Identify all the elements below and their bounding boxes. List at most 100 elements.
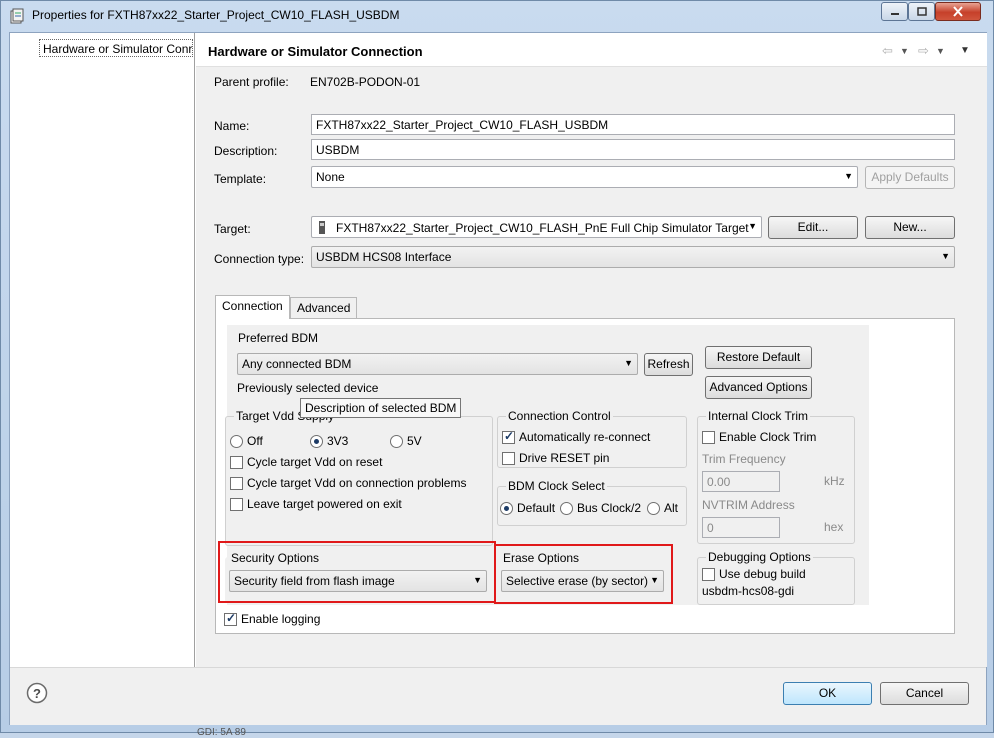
minimize-icon <box>890 12 899 15</box>
target-vdd-group: Target Vdd Supply Off 3V3 5V Cycle targe… <box>225 409 493 546</box>
preferred-bdm-group: Preferred BDM Any connected BDM ▼ Refres… <box>230 329 709 403</box>
app-icon <box>10 8 24 24</box>
vdd-5v-radio[interactable] <box>390 435 403 448</box>
template-select[interactable]: None ▼ <box>311 166 858 188</box>
auto-reconnect-checkbox[interactable] <box>502 429 515 444</box>
cycle-reset-checkbox[interactable] <box>230 456 243 469</box>
nvtrim-label: NVTRIM Address <box>702 498 795 512</box>
leave-powered-checkbox[interactable] <box>230 498 243 511</box>
connection-type-value: USBDM HCS08 Interface <box>316 250 452 264</box>
clock-trim-title: Internal Clock Trim <box>706 409 811 423</box>
tab-advanced[interactable]: Advanced <box>290 297 358 319</box>
window-title: Properties for FXTH87xx22_Starter_Projec… <box>32 8 400 22</box>
properties-window: Properties for FXTH87xx22_Starter_Projec… <box>0 0 994 738</box>
connection-control-group: Connection Control Automatically re-conn… <box>497 409 687 468</box>
description-field[interactable]: USBDM <box>311 139 955 160</box>
nvtrim-field[interactable]: 0 <box>702 517 780 538</box>
page-header: Hardware or Simulator Connection ⇦ ▼ ⇨ ▼… <box>196 33 987 67</box>
trim-frequency-unit: kHz <box>824 474 845 488</box>
description-label: Description: <box>214 144 278 158</box>
chevron-down-icon: ▼ <box>624 358 633 368</box>
name-field[interactable]: FXTH87xx22_Starter_Project_CW10_FLASH_US… <box>311 114 955 135</box>
target-label: Target: <box>214 222 251 236</box>
view-menu-icon[interactable]: ▼ <box>960 45 970 56</box>
clock-default-label: Default <box>517 501 556 515</box>
device-icon <box>319 221 325 234</box>
bdm-clock-title: BDM Clock Select <box>506 479 607 493</box>
clock-alt-label: Alt <box>664 501 679 515</box>
bdm-value: Any connected BDM <box>242 357 352 371</box>
erase-highlight-box <box>494 544 673 604</box>
debugging-options-title: Debugging Options <box>706 550 813 564</box>
parent-profile-label: Parent profile: <box>214 75 289 89</box>
vdd-5v-label: 5V <box>407 434 422 448</box>
back-dropdown-icon[interactable]: ▼ <box>900 46 909 56</box>
close-button[interactable] <box>935 2 981 21</box>
connection-tab-panel: Preferred BDM Any connected BDM ▼ Refres… <box>215 318 955 634</box>
enable-clock-trim-checkbox[interactable] <box>702 431 715 444</box>
maximize-icon <box>916 7 927 16</box>
dialog-button-bar: ? OK Cancel <box>10 667 986 725</box>
apply-defaults-button[interactable]: Apply Defaults <box>865 166 955 189</box>
clock-alt-radio[interactable] <box>647 502 660 515</box>
drive-reset-label: Drive RESET pin <box>519 451 610 465</box>
close-icon <box>953 6 963 17</box>
title-bar: Properties for FXTH87xx22_Starter_Projec… <box>1 1 994 31</box>
svg-text:?: ? <box>33 686 41 701</box>
use-debug-build-checkbox[interactable] <box>702 568 715 581</box>
vdd-off-radio[interactable] <box>230 435 243 448</box>
advanced-options-button[interactable]: Advanced Options <box>705 376 812 399</box>
tab-connection[interactable]: Connection <box>215 295 290 319</box>
enable-clock-trim-label: Enable Clock Trim <box>719 430 817 444</box>
edit-button[interactable]: Edit... <box>768 216 858 239</box>
bdm-clock-group: BDM Clock Select Default Bus Clock/2 Alt <box>497 479 687 526</box>
tree-item-hardware-connection[interactable]: Hardware or Simulator Conr <box>39 39 193 57</box>
restore-default-button[interactable]: Restore Default <box>705 346 812 369</box>
auto-reconnect-label: Automatically re-connect <box>519 430 651 444</box>
clock-bus-radio[interactable] <box>560 502 573 515</box>
bdm-tooltip: Description of selected BDM <box>300 398 462 418</box>
target-select[interactable]: FXTH87xx22_Starter_Project_CW10_FLASH_Pn… <box>311 216 762 238</box>
debugging-options-group: Debugging Options Use debug build usbdm-… <box>697 550 855 605</box>
security-highlight-box <box>218 541 496 603</box>
page-title: Hardware or Simulator Connection <box>208 44 423 59</box>
drive-reset-checkbox[interactable] <box>502 452 515 465</box>
bdm-select[interactable]: Any connected BDM ▼ <box>237 353 638 375</box>
nvtrim-unit: hex <box>824 520 844 534</box>
ok-button[interactable]: OK <box>783 682 872 705</box>
vdd-3v3-label: 3V3 <box>327 434 349 448</box>
template-label: Template: <box>214 172 267 186</box>
property-tree: Hardware or Simulator Conr <box>10 33 195 667</box>
name-label: Name: <box>214 119 250 133</box>
back-arrow-icon[interactable]: ⇦ <box>882 43 893 59</box>
new-button[interactable]: New... <box>865 216 955 239</box>
forward-dropdown-icon[interactable]: ▼ <box>936 46 945 56</box>
forward-arrow-icon[interactable]: ⇨ <box>918 43 929 59</box>
refresh-button[interactable]: Refresh <box>644 353 693 376</box>
previously-selected-label: Previously selected device <box>237 381 379 395</box>
connection-type-select[interactable]: USBDM HCS08 Interface ▼ <box>311 246 955 268</box>
cancel-button[interactable]: Cancel <box>880 682 969 705</box>
enable-logging-checkbox[interactable] <box>224 611 237 626</box>
connection-control-title: Connection Control <box>506 409 613 423</box>
target-value: FXTH87xx22_Starter_Project_CW10_FLASH_Pn… <box>336 221 749 235</box>
dialog-client-area: Hardware or Simulator Conr Hardware or S… <box>9 32 987 725</box>
template-value: None <box>316 170 345 184</box>
parent-profile-value: EN702B-PODON-01 <box>310 75 421 89</box>
maximize-button[interactable] <box>908 2 935 21</box>
chevron-down-icon: ▼ <box>941 251 950 261</box>
property-page: Hardware or Simulator Connection ⇦ ▼ ⇨ ▼… <box>196 33 987 667</box>
clock-trim-group: Internal Clock Trim Enable Clock Trim Tr… <box>697 409 855 544</box>
vdd-3v3-radio[interactable] <box>310 435 323 448</box>
clock-default-radio[interactable] <box>500 502 513 515</box>
trim-frequency-label: Trim Frequency <box>702 452 786 466</box>
connection-type-label: Connection type: <box>214 252 305 266</box>
trim-frequency-field[interactable]: 0.00 <box>702 471 780 492</box>
clock-bus-label: Bus Clock/2 <box>577 501 642 515</box>
help-icon[interactable]: ? <box>26 682 48 704</box>
cycle-problems-checkbox[interactable] <box>230 477 243 490</box>
minimize-button[interactable] <box>881 2 908 21</box>
leave-powered-label: Leave target powered on exit <box>247 497 402 511</box>
vdd-off-label: Off <box>247 434 263 448</box>
chevron-down-icon: ▼ <box>844 171 853 181</box>
